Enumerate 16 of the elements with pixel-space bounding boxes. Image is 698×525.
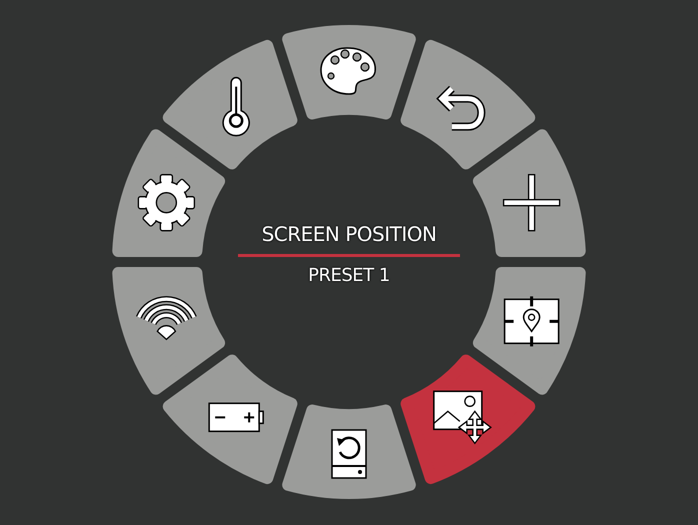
menu-segment-button[interactable] bbox=[472, 129, 586, 257]
thermometer-icon bbox=[222, 76, 250, 136]
menu-segment-button[interactable] bbox=[162, 40, 298, 170]
menu-segment-button[interactable] bbox=[112, 267, 226, 395]
undo-icon bbox=[438, 84, 486, 131]
battery-icon bbox=[208, 402, 264, 432]
map-pin-frame-icon bbox=[503, 294, 560, 348]
menu-segment-button[interactable] bbox=[400, 40, 536, 170]
wifi-icon bbox=[136, 296, 197, 340]
gear-icon bbox=[138, 174, 196, 232]
menu-subtitle: PRESET 1 bbox=[308, 265, 390, 286]
menu-title: SCREEN POSITION bbox=[262, 222, 436, 246]
palette-icon bbox=[320, 47, 376, 95]
image-move-icon bbox=[433, 390, 492, 444]
drive-reset-icon bbox=[331, 429, 367, 479]
crosshair-icon bbox=[502, 174, 560, 232]
